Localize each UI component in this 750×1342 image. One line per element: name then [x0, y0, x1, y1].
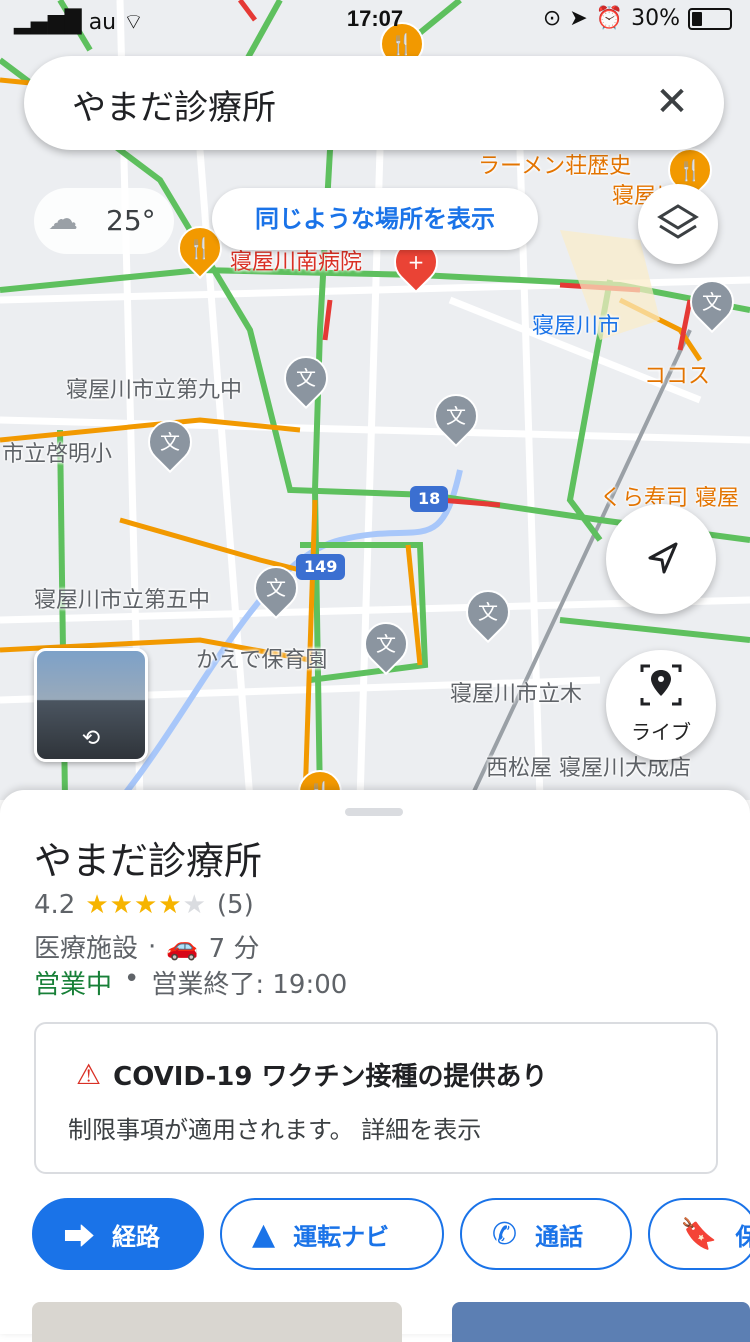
photo-strip[interactable]	[32, 1302, 750, 1342]
category: 医療施設	[34, 934, 139, 964]
place-sheet[interactable]: やまだ診療所 4.2 ★★★★★ (5) 医療施設 · 🚗 7 分 営業中 • …	[0, 790, 750, 1342]
category-row: 医療施設 · 🚗 7 分	[34, 928, 259, 965]
battery-percent: 30%	[631, 6, 680, 31]
call-label: 通話	[535, 1222, 584, 1251]
route-18-shield: 18	[410, 486, 449, 512]
status-bar: ▂▄▆█ au ⌔ 17:07 ⊙ ➤ ⏰ 30%	[0, 0, 750, 40]
covid-details-link[interactable]: 制限事項が適用されます。 詳細を表示	[68, 1110, 481, 1145]
separator: ·	[148, 931, 157, 962]
car-icon: 🚗	[166, 931, 199, 962]
action-buttons: ⮕ 経路 ▲ 運転ナビ ✆ 通話 🔖 保	[32, 1198, 750, 1270]
directions-label: 経路	[112, 1222, 160, 1251]
live-label: ライブ	[631, 720, 691, 744]
route-149-shield: 149	[296, 554, 346, 580]
street-view-thumbnail[interactable]: ⟲	[34, 648, 148, 762]
place-name: やまだ診療所	[34, 839, 263, 883]
directions-button[interactable]: ⮕ 経路	[32, 1198, 204, 1270]
separator: •	[124, 964, 140, 994]
hours-row[interactable]: 営業中 • 営業終了: 19:00	[34, 964, 347, 1001]
map-label: 市立啓明小	[2, 442, 113, 467]
rotate-360-icon: ⟲	[81, 726, 101, 751]
star-rating: ★★★★★	[85, 890, 207, 920]
map-label: 寝屋川市立第五中	[34, 588, 211, 613]
map-label: 寝屋川市立木	[450, 682, 583, 707]
place-photo[interactable]	[32, 1302, 402, 1342]
search-bar[interactable]: やまだ診療所 ✕	[24, 56, 724, 150]
phone-icon: ✆	[492, 1216, 518, 1252]
call-button[interactable]: ✆ 通話	[460, 1198, 632, 1270]
alarm-icon: ⏰	[595, 6, 624, 31]
battery-icon	[688, 7, 732, 30]
start-navigation-button[interactable]: ▲ 運転ナビ	[220, 1198, 444, 1270]
save-button[interactable]: 🔖 保	[648, 1198, 750, 1270]
my-location-button[interactable]	[606, 504, 716, 614]
directions-icon: ⮕	[64, 1220, 94, 1255]
review-count: (5)	[216, 890, 254, 920]
layers-button[interactable]	[638, 184, 718, 264]
map-label: かえで保育園	[196, 648, 328, 673]
bookmark-icon: 🔖	[680, 1216, 718, 1252]
map-label: 寝屋川市立第九中	[66, 378, 243, 403]
navigate-label: 運転ナビ	[293, 1222, 390, 1251]
live-view-icon	[640, 664, 682, 706]
drive-time: 7 分	[208, 934, 260, 964]
open-status: 営業中	[34, 970, 113, 1000]
search-query[interactable]: やまだ診療所	[72, 80, 276, 129]
save-label: 保	[735, 1222, 750, 1251]
live-view-button[interactable]: ライブ	[606, 650, 716, 760]
temperature: 25°	[106, 204, 156, 237]
map-label: ラーメン荘歴史	[478, 154, 632, 179]
navigation-arrow-icon	[648, 542, 678, 574]
cloud-icon: ☁	[48, 202, 78, 237]
navigation-icon: ▲	[252, 1216, 276, 1252]
drag-handle[interactable]	[345, 808, 403, 816]
location-arrow-icon: ➤	[569, 6, 588, 31]
rating-row[interactable]: 4.2 ★★★★★ (5)	[34, 890, 254, 920]
place-photo[interactable]	[452, 1302, 750, 1342]
rotation-lock-icon: ⊙	[542, 6, 562, 31]
closing-time: 営業終了: 19:00	[151, 970, 348, 1000]
covid-title: COVID-19 ワクチン接種の提供あり	[113, 1062, 548, 1092]
show-similar-places-button[interactable]: 同じような場所を表示	[212, 188, 538, 250]
map-label: 寝屋川市	[532, 314, 621, 339]
layers-icon	[657, 204, 699, 239]
close-icon[interactable]: ✕	[648, 78, 696, 126]
covid-vaccine-card[interactable]: ⚠ COVID-19 ワクチン接種の提供あり 制限事項が適用されます。 詳細を表…	[34, 1022, 718, 1174]
map-label: ココス	[644, 364, 711, 389]
warning-icon: ⚠	[76, 1058, 102, 1091]
rating-value: 4.2	[34, 890, 76, 920]
weather-chip: ☁ 25°	[34, 188, 174, 254]
